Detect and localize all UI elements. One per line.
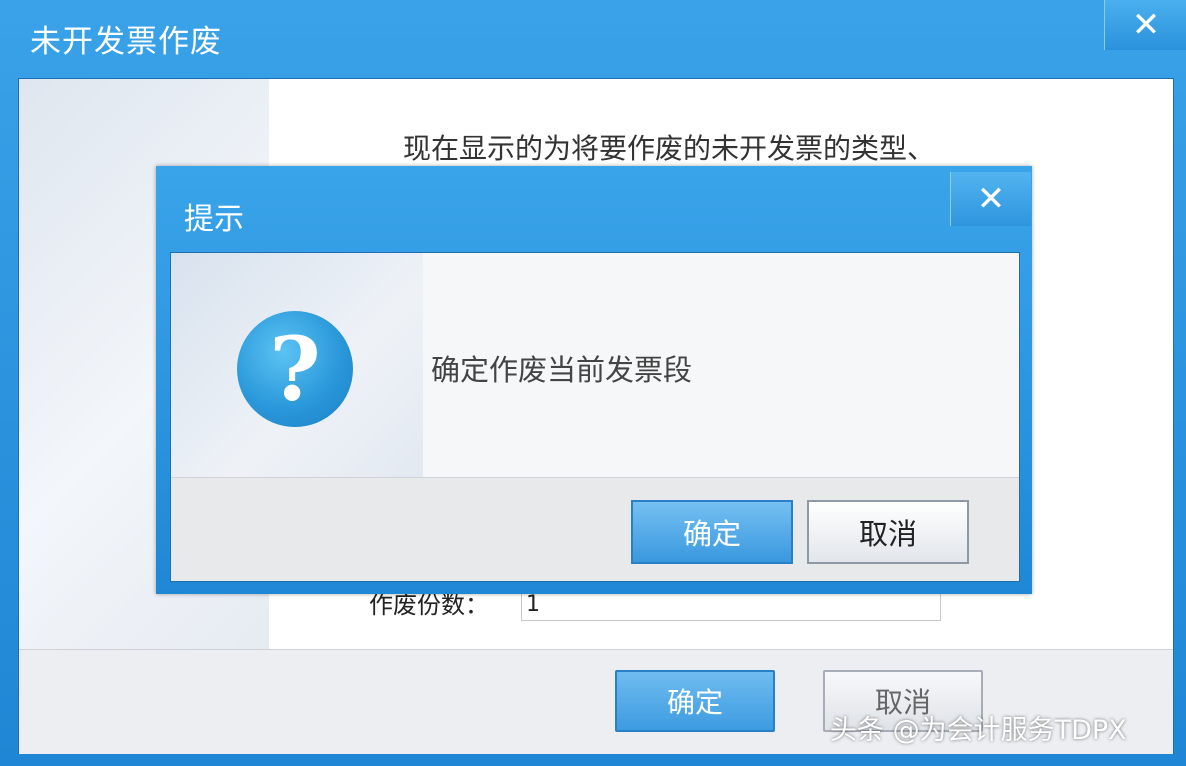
dialog-body: ? 确定作废当前发票段 确定 取消 bbox=[170, 252, 1020, 582]
outer-titlebar[interactable]: 未开发票作废 ✕ bbox=[0, 0, 1186, 76]
close-icon: ✕ bbox=[976, 179, 1006, 219]
question-icon: ? bbox=[237, 311, 353, 427]
dialog-footer: 确定 取消 bbox=[171, 477, 1019, 581]
outer-close-button[interactable]: ✕ bbox=[1104, 0, 1186, 50]
outer-description: 现在显示的为将要作废的未开发票的类型、 bbox=[403, 132, 936, 165]
dialog-cancel-button[interactable]: 取消 bbox=[807, 500, 969, 564]
dialog-message: 确定作废当前发票段 bbox=[431, 353, 693, 387]
dialog-title: 提示 bbox=[184, 202, 244, 237]
outer-ok-button[interactable]: 确定 bbox=[615, 670, 775, 732]
dialog-close-button[interactable]: ✕ bbox=[950, 172, 1031, 226]
dialog-ok-button[interactable]: 确定 bbox=[631, 500, 793, 564]
confirm-dialog: 提示 ✕ ? 确定作废当前发票段 确定 取消 bbox=[156, 166, 1032, 594]
dialog-icon-panel: ? bbox=[171, 253, 423, 477]
outer-window-title: 未开发票作废 bbox=[30, 24, 222, 60]
watermark: 头条 @为会计服务TDPX bbox=[830, 715, 1127, 746]
close-icon: ✕ bbox=[1131, 5, 1161, 45]
